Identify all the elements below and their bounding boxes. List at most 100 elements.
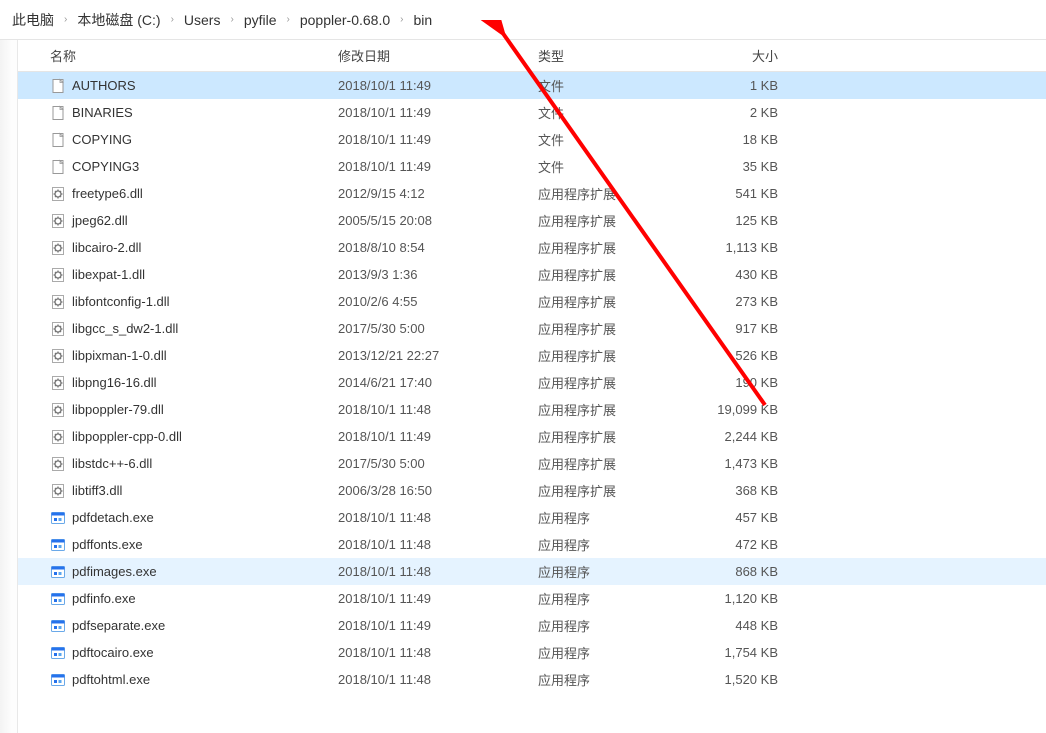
file-type: 应用程序 — [538, 589, 708, 608]
file-row[interactable]: pdfinfo.exe2018/10/1 11:49应用程序1,120 KB — [18, 585, 1046, 612]
chevron-right-icon: › — [165, 14, 180, 25]
exe-icon — [50, 672, 66, 688]
col-header-date[interactable]: 修改日期 — [338, 46, 538, 65]
dll-icon — [50, 402, 66, 418]
file-name: libtiff3.dll — [72, 483, 122, 498]
file-size: 526 KB — [708, 348, 798, 363]
file-type: 应用程序扩展 — [538, 292, 708, 311]
file-date: 2013/12/21 22:27 — [338, 348, 538, 363]
file-type: 应用程序扩展 — [538, 427, 708, 446]
file-name: libpixman-1-0.dll — [72, 348, 167, 363]
file-type: 应用程序扩展 — [538, 211, 708, 230]
file-row[interactable]: pdftohtml.exe2018/10/1 11:48应用程序1,520 KB — [18, 666, 1046, 693]
file-size: 541 KB — [708, 186, 798, 201]
chevron-right-icon: › — [281, 14, 296, 25]
file-row[interactable]: libtiff3.dll 2006/3/28 16:50应用程序扩展368 KB — [18, 477, 1046, 504]
file-date: 2018/8/10 8:54 — [338, 240, 538, 255]
file-size: 2 KB — [708, 105, 798, 120]
file-type: 应用程序扩展 — [538, 481, 708, 500]
file-row[interactable]: libexpat-1.dll2013/9/3 1:36应用程序扩展430 KB — [18, 261, 1046, 288]
file-name: COPYING — [72, 132, 132, 147]
file-name: libcairo-2.dll — [72, 240, 141, 255]
exe-icon — [50, 537, 66, 553]
file-row[interactable]: libfontconfig-1.dll 2010/2/6 4:55应用程序扩展27… — [18, 288, 1046, 315]
file-row[interactable]: pdfdetach.exe2018/10/1 11:48应用程序457 KB — [18, 504, 1046, 531]
file-name: jpeg62.dll — [72, 213, 128, 228]
file-date: 2005/5/15 20:08 — [338, 213, 538, 228]
file-row[interactable]: AUTHORS2018/10/1 11:49文件1 KB — [18, 72, 1046, 99]
file-type: 应用程序扩展 — [538, 265, 708, 284]
file-row[interactable]: libstdc++-6.dll2017/5/30 5:00应用程序扩展1,473… — [18, 450, 1046, 477]
file-name: libgcc_s_dw2-1.dll — [72, 321, 178, 336]
file-row[interactable]: libpixman-1-0.dll2013/12/21 22:27应用程序扩展5… — [18, 342, 1046, 369]
file-date: 2006/3/28 16:50 — [338, 483, 538, 498]
breadcrumb-Users[interactable]: Users — [180, 12, 225, 28]
breadcrumb-pyfile[interactable]: pyfile — [240, 12, 281, 28]
file-type: 应用程序扩展 — [538, 400, 708, 419]
breadcrumb-bin[interactable]: bin — [409, 12, 436, 28]
exe-icon — [50, 645, 66, 661]
breadcrumb-poppler-0.68.0[interactable]: poppler-0.68.0 — [296, 12, 394, 28]
file-row[interactable]: libpng16-16.dll2014/6/21 17:40应用程序扩展190 … — [18, 369, 1046, 396]
breadcrumb[interactable]: 此电脑›本地磁盘 (C:)›Users›pyfile›poppler-0.68.… — [0, 0, 1046, 40]
file-name: AUTHORS — [72, 78, 136, 93]
breadcrumb-本地磁盘 (C:)[interactable]: 本地磁盘 (C:) — [73, 10, 164, 30]
file-icon — [50, 132, 66, 148]
file-row[interactable]: COPYING32018/10/1 11:49文件35 KB — [18, 153, 1046, 180]
chevron-right-icon: › — [224, 14, 239, 25]
dll-icon — [50, 375, 66, 391]
file-row[interactable]: libcairo-2.dll2018/8/10 8:54应用程序扩展1,113 … — [18, 234, 1046, 261]
file-date: 2010/2/6 4:55 — [338, 294, 538, 309]
col-header-size[interactable]: 大小 — [708, 46, 798, 65]
file-row[interactable]: libgcc_s_dw2-1.dll 2017/5/30 5:00应用程序扩展91… — [18, 315, 1046, 342]
file-size: 18 KB — [708, 132, 798, 147]
file-type: 文件 — [538, 103, 708, 122]
file-type: 应用程序 — [538, 670, 708, 689]
file-size: 35 KB — [708, 159, 798, 174]
file-row[interactable]: pdffonts.exe2018/10/1 11:48应用程序472 KB — [18, 531, 1046, 558]
file-date: 2018/10/1 11:48 — [338, 672, 538, 687]
file-date: 2018/10/1 11:49 — [338, 132, 538, 147]
file-size: 917 KB — [708, 321, 798, 336]
file-row[interactable]: freetype6.dll2012/9/15 4:12应用程序扩展541 KB — [18, 180, 1046, 207]
file-list[interactable]: AUTHORS2018/10/1 11:49文件1 KBBINARIES2018… — [18, 72, 1046, 693]
file-row[interactable]: BINARIES2018/10/1 11:49文件2 KB — [18, 99, 1046, 126]
file-name: COPYING3 — [72, 159, 139, 174]
col-header-name[interactable]: 名称 — [18, 46, 338, 65]
file-row[interactable]: pdftocairo.exe2018/10/1 11:48应用程序1,754 K… — [18, 639, 1046, 666]
file-date: 2013/9/3 1:36 — [338, 267, 538, 282]
file-row[interactable]: COPYING2018/10/1 11:49文件18 KB — [18, 126, 1046, 153]
file-row[interactable]: pdfimages.exe2018/10/1 11:48应用程序868 KB — [18, 558, 1046, 585]
file-row[interactable]: libpoppler-79.dll2018/10/1 11:48应用程序扩展19… — [18, 396, 1046, 423]
file-date: 2017/5/30 5:00 — [338, 321, 538, 336]
file-row[interactable]: libpoppler-cpp-0.dll2018/10/1 11:49应用程序扩… — [18, 423, 1046, 450]
file-type: 应用程序扩展 — [538, 238, 708, 257]
file-type: 应用程序 — [538, 535, 708, 554]
breadcrumb-此电脑[interactable]: 此电脑 — [8, 10, 58, 30]
dll-icon — [50, 483, 66, 499]
file-row[interactable]: jpeg62.dll 2005/5/15 20:08应用程序扩展125 KB — [18, 207, 1046, 234]
file-type: 应用程序扩展 — [538, 319, 708, 338]
file-size: 868 KB — [708, 564, 798, 579]
file-date: 2018/10/1 11:48 — [338, 537, 538, 552]
file-date: 2018/10/1 11:49 — [338, 78, 538, 93]
file-type: 应用程序 — [538, 643, 708, 662]
file-size: 368 KB — [708, 483, 798, 498]
file-name: BINARIES — [72, 105, 133, 120]
dll-icon — [50, 456, 66, 472]
col-header-type[interactable]: 类型 — [538, 46, 708, 65]
file-size: 19,099 KB — [708, 402, 798, 417]
file-name: pdfinfo.exe — [72, 591, 136, 606]
file-size: 1 KB — [708, 78, 798, 93]
file-pane: 名称 修改日期 类型 大小 AUTHORS 2018/10/1 11:49文件1 … — [18, 40, 1046, 733]
file-icon — [50, 105, 66, 121]
file-row[interactable]: pdfseparate.exe2018/10/1 11:49应用程序448 KB — [18, 612, 1046, 639]
chevron-right-icon: › — [58, 14, 73, 25]
dll-icon — [50, 321, 66, 337]
dll-icon — [50, 294, 66, 310]
file-date: 2014/6/21 17:40 — [338, 375, 538, 390]
file-icon — [50, 159, 66, 175]
file-size: 273 KB — [708, 294, 798, 309]
file-name: libfontconfig-1.dll — [72, 294, 170, 309]
file-size: 125 KB — [708, 213, 798, 228]
